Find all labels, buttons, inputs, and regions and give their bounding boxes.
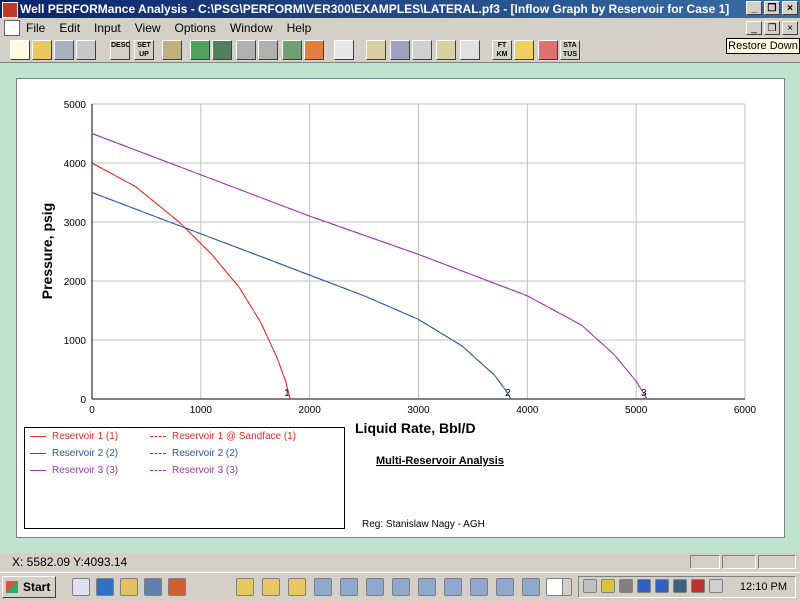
taskbar-window-icon[interactable] xyxy=(418,578,436,596)
x-tick-label: 3000 xyxy=(407,405,430,416)
legend-label: Reservoir 3 (3) xyxy=(52,465,119,476)
cursor-coordinates: X: 5582.09 Y:4093.14 xyxy=(12,555,128,569)
taskbar: Start 12:10 PM xyxy=(0,572,800,601)
taskbar-window-icon[interactable] xyxy=(522,578,540,596)
legend-label: Reservoir 1 @ Sandface (1) xyxy=(172,431,297,442)
legend-item-reservoir-3: Reservoir 3 (3) xyxy=(30,465,118,476)
quicklaunch-app-icon[interactable] xyxy=(168,578,186,596)
chart-title: Multi-Reservoir Analysis xyxy=(376,455,504,467)
tray-app-icon[interactable] xyxy=(655,579,669,593)
series-line-3 xyxy=(91,192,512,400)
x-tick-label: 4000 xyxy=(516,405,539,416)
x-axis-label: Liquid Rate, Bbl/D xyxy=(355,420,476,436)
legend-item-reservoir-1-sandface: Reservoir 1 @ Sandface (1) xyxy=(150,431,296,442)
status-panel xyxy=(722,555,756,569)
series-line-4 xyxy=(91,192,512,400)
legend-label: Reservoir 1 (1) xyxy=(52,431,119,442)
legend-item-reservoir-3-dashed: Reservoir 3 (3) xyxy=(150,465,238,476)
taskbar-window-icon[interactable] xyxy=(470,578,488,596)
legend-line xyxy=(30,470,46,471)
quicklaunch-mail-icon[interactable] xyxy=(120,578,138,596)
legend-line xyxy=(30,436,46,437)
taskbar-scroll-arrows[interactable] xyxy=(562,578,572,596)
legend-label: Reservoir 2 (2) xyxy=(172,448,239,459)
y-tick-label: 3000 xyxy=(64,218,87,229)
clock: 12:10 PM xyxy=(739,581,787,593)
legend-line xyxy=(150,436,166,437)
system-tray: 12:10 PM xyxy=(578,576,796,598)
tray-icon[interactable] xyxy=(583,579,597,593)
legend-item-reservoir-2: Reservoir 2 (2) xyxy=(30,448,118,459)
start-button[interactable]: Start xyxy=(2,576,56,598)
tray-signal-icon[interactable] xyxy=(619,579,633,593)
quicklaunch-save-icon[interactable] xyxy=(144,578,162,596)
legend-item-reservoir-1: Reservoir 1 (1) xyxy=(30,431,118,442)
legend xyxy=(24,427,345,529)
taskbar-folder-icon[interactable] xyxy=(288,578,306,596)
legend-line xyxy=(150,453,166,454)
legend-line xyxy=(150,470,166,471)
taskbar-window-icon[interactable] xyxy=(496,578,514,596)
status-bar: X: 5582.09 Y:4093.14 xyxy=(0,553,800,571)
tray-network-icon[interactable] xyxy=(637,579,651,593)
taskbar-window-icon[interactable] xyxy=(340,578,358,596)
y-tick-label: 0 xyxy=(80,395,86,406)
taskbar-window-icon[interactable] xyxy=(314,578,332,596)
y-tick-label: 2000 xyxy=(64,277,87,288)
taskbar-folder-icon[interactable] xyxy=(262,578,280,596)
tray-volume-icon[interactable] xyxy=(601,579,615,593)
taskbar-window-icon[interactable] xyxy=(392,578,410,596)
y-tick-label: 4000 xyxy=(64,159,87,170)
taskbar-folder-icon[interactable] xyxy=(236,578,254,596)
y-axis-label: Pressure, psig xyxy=(39,203,55,300)
tray-app-icon[interactable] xyxy=(673,579,687,593)
x-tick-label: 2000 xyxy=(299,405,322,416)
tray-app-icon[interactable] xyxy=(709,579,723,593)
quicklaunch-browser-icon[interactable] xyxy=(96,578,114,596)
taskbar-window-icon[interactable] xyxy=(366,578,384,596)
legend-label: Reservoir 2 (2) xyxy=(52,448,119,459)
x-tick-label: 5000 xyxy=(625,405,648,416)
x-tick-label: 1000 xyxy=(190,405,213,416)
y-tick-label: 5000 xyxy=(64,100,87,111)
windows-logo-icon xyxy=(6,581,18,593)
legend-line xyxy=(30,453,46,454)
x-tick-label: 0 xyxy=(89,405,95,416)
x-tick-label: 6000 xyxy=(734,405,757,416)
quicklaunch-desktop-icon[interactable] xyxy=(72,578,90,596)
y-tick-label: 1000 xyxy=(64,336,87,347)
legend-item-reservoir-2-dashed: Reservoir 2 (2) xyxy=(150,448,238,459)
status-panel xyxy=(690,555,720,569)
status-panel xyxy=(758,555,796,569)
tray-app-icon[interactable] xyxy=(691,579,705,593)
series-line-5 xyxy=(91,133,648,400)
series-line-6 xyxy=(91,133,648,400)
start-label: Start xyxy=(23,580,51,594)
taskbar-window-icon[interactable] xyxy=(444,578,462,596)
legend-label: Reservoir 3 (3) xyxy=(172,465,239,476)
registration-text: Reg: Stanislaw Nagy - AGH xyxy=(362,519,485,530)
